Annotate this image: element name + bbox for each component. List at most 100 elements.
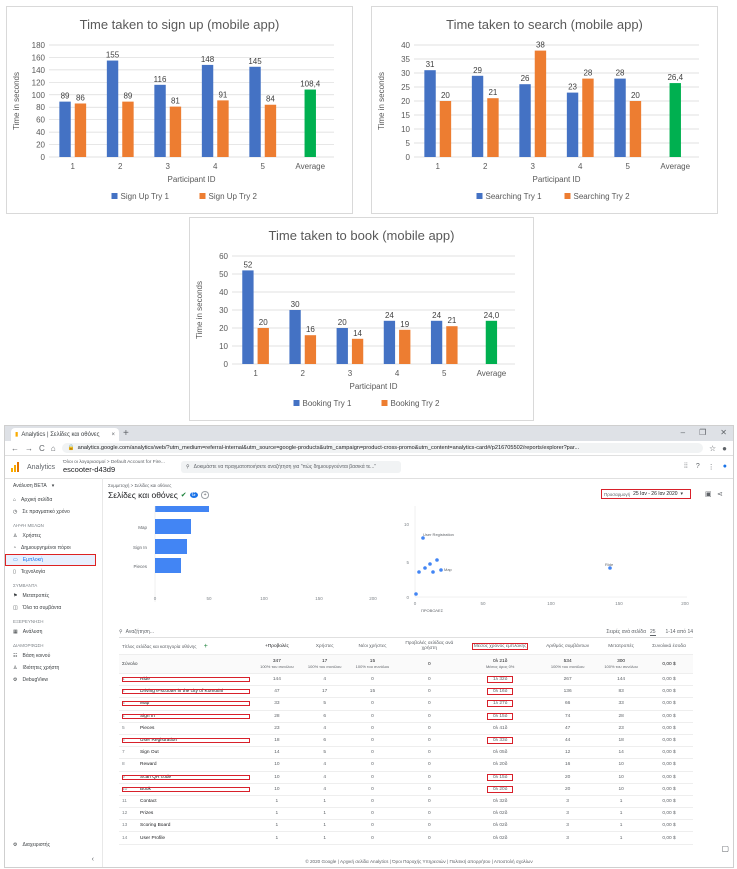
col-header-title[interactable]: Τίτλος σελίδας και κατηγορία οθόνης +: [119, 638, 253, 655]
date-range-picker[interactable]: Προσαρμογή 25 Ιαν - 26 Ιαν 2020 ▾: [601, 489, 691, 499]
minimize-icon[interactable]: –: [681, 428, 685, 437]
row-title-cell[interactable]: 8 Reward: [119, 758, 253, 772]
sidebar-item-debugview[interactable]: ⚙ DebugView: [5, 674, 102, 686]
row-value-cell: 28: [253, 710, 301, 723]
row-title-cell[interactable]: 14 User Profile: [119, 831, 253, 845]
share-icon[interactable]: ⋖: [717, 490, 723, 498]
row-value-cell: 33: [253, 697, 301, 711]
table-row[interactable]: 3 Map 33 5 0 0 1λ 27δ 66 33 0,00 $: [119, 697, 693, 711]
y-tick-label: 35: [401, 55, 410, 64]
row-title-cell[interactable]: 11 Contact: [119, 795, 253, 809]
rows-per-page-select[interactable]: 25: [649, 629, 656, 636]
table-row[interactable]: 1 Ride 144 4 0 0 1λ 32δ 267 144 0,00 $: [119, 673, 693, 687]
profile-icon[interactable]: ●: [722, 444, 727, 453]
table-row[interactable]: 2 Driving e-scooter in the city of Komoti…: [119, 685, 693, 699]
col-header-views-per-user[interactable]: Προβολές σελίδας ανά χρήστη: [396, 638, 463, 655]
y-tick-label: 20: [401, 97, 410, 106]
table-row[interactable]: 11 Contact 1 1 0 0 0λ 32δ 3 1 0,00 $: [119, 795, 693, 809]
sidebar-item-audiences[interactable]: ☷ Βάση κοινού: [5, 650, 102, 662]
row-title-cell[interactable]: 4 Sign In: [119, 710, 253, 723]
row-title-cell[interactable]: 6 User Registration: [119, 734, 253, 748]
col-header-revenue[interactable]: Συνολικά έσοδα: [645, 638, 693, 655]
reload-icon[interactable]: C: [39, 444, 45, 453]
row-index: 6: [122, 738, 125, 744]
apps-icon[interactable]: ⁞⁞: [684, 463, 688, 471]
sidebar-item-acquisition[interactable]: ◔ Δημιουργημένοι πόροι: [5, 542, 102, 554]
row-title: 9 Scan QR code: [122, 774, 250, 780]
row-value-cell: 1: [597, 819, 645, 833]
new-tab-button[interactable]: +: [123, 428, 129, 439]
sidebar-item-users[interactable]: ♙ Χρήστες: [5, 530, 102, 542]
more-icon[interactable]: ⋮: [708, 463, 715, 471]
table-search-input[interactable]: Αναζήτηση...: [126, 629, 154, 635]
sidebar-item-admin[interactable]: ⚙ Διαχειριστής: [5, 839, 50, 851]
sidebar-item-conversions[interactable]: ⚑ Μετατροπές: [5, 590, 102, 602]
back-icon[interactable]: ←: [11, 444, 19, 453]
sidebar-item-home[interactable]: ⌂ Αρχική σελίδα: [5, 494, 102, 506]
table-row[interactable]: 6 User Registration 18 6 0 0 0λ 33δ 44 18 0,00 $: [119, 734, 693, 748]
star-icon[interactable]: ☆: [709, 444, 716, 453]
sidebar-item-all-events[interactable]: ◫ Όλα τα συμβάντα: [5, 602, 102, 614]
scatter-label: Map: [444, 567, 453, 572]
feedback-icon[interactable]: ▢: [721, 844, 729, 853]
table-row[interactable]: 10 Book 10 4 0 0 0λ 20δ 20 10 0,00 $: [119, 783, 693, 796]
table-row[interactable]: 13 Scoring Board 1 1 0 0 0λ 02δ 3 1 0,00 $: [119, 819, 693, 833]
average-bar: [669, 83, 681, 157]
col-header-new-users[interactable]: Νέοι χρήστες: [348, 638, 397, 655]
add-column-icon[interactable]: +: [204, 643, 208, 650]
chevron-down-icon: ▾: [680, 491, 684, 497]
row-title-cell[interactable]: 3 Map: [119, 697, 253, 711]
add-comparison-icon[interactable]: +: [200, 491, 210, 499]
maximize-icon[interactable]: ❐: [699, 428, 706, 437]
row-title-cell[interactable]: 10 Book: [119, 783, 253, 796]
table-row[interactable]: 5 Pieces 23 4 0 0 0λ 41δ 47 23 0,00 $: [119, 722, 693, 735]
col-header-avg-engagement[interactable]: Μέσος χρόνος εμπλοκής: [462, 638, 539, 655]
help-icon[interactable]: ?: [696, 463, 700, 471]
browser-tab[interactable]: ▮ Analytics | Σελίδες και οθόνες ×: [11, 428, 119, 441]
table-row[interactable]: 8 Reward 10 4 0 0 0λ 20δ 16 10 0,00 $: [119, 758, 693, 772]
row-title-cell[interactable]: 2 Driving e-scooter in the city of Komoti…: [119, 685, 253, 699]
sidebar-item-realtime[interactable]: ◷ Σε πραγματικό χρόνο: [5, 506, 102, 518]
forward-icon[interactable]: →: [25, 444, 33, 453]
data-label: 21: [447, 316, 456, 325]
row-title: 5 Pieces: [122, 726, 250, 731]
customize-report-icon[interactable]: ▣: [705, 490, 712, 498]
x-tick-label: 3: [531, 162, 536, 171]
sidebar-item-user-properties[interactable]: ♙ Ιδιότητες χρήστη: [5, 662, 102, 674]
table-row[interactable]: 14 User Profile 1 1 0 0 0λ 02δ 3 1 0,00 $: [119, 831, 693, 845]
bar-try-1: [249, 66, 261, 157]
table-row[interactable]: 4 Sign In 28 6 0 0 0λ 15δ 74 28 0,00 $: [119, 710, 693, 723]
table-row[interactable]: 9 Scan QR code 10 4 0 0 0λ 15δ 20 10 0,00 $: [119, 771, 693, 784]
row-value-cell: 0,00 $: [645, 722, 693, 735]
sidebar-analysis-beta[interactable]: Ανάλυση ΒΕΤΑ ▾: [5, 478, 102, 494]
tab-close-icon[interactable]: ×: [111, 432, 115, 438]
col-header-conversions[interactable]: Μετατροπές: [597, 638, 645, 655]
row-title-cell[interactable]: 5 Pieces: [119, 722, 253, 735]
row-title-cell[interactable]: 12 Prizes: [119, 807, 253, 821]
row-title-cell[interactable]: 13 Scoring Board: [119, 819, 253, 833]
col-header-events[interactable]: Αριθμός συμβάντων: [538, 638, 598, 655]
data-label: 89: [61, 92, 70, 101]
col-header-views[interactable]: +Προβολές: [253, 638, 301, 655]
table-row[interactable]: 7 Sign Out 14 5 0 0 0λ 05δ 12 14 0,00 $: [119, 746, 693, 760]
close-window-icon[interactable]: ✕: [720, 428, 727, 437]
row-title-cell[interactable]: 1 Ride: [119, 673, 253, 687]
row-value-cell: 0λ 02δ: [462, 831, 539, 845]
table-row[interactable]: 12 Prizes 1 1 0 0 0λ 02δ 3 1 0,00 $: [119, 807, 693, 821]
collapse-sidebar-icon[interactable]: ‹: [92, 856, 94, 863]
row-value-cell: 0: [348, 758, 397, 772]
ga-sidebar: Ανάλυση ΒΕΤΑ ▾ ⌂ Αρχική σελίδα ◷ Σε πραγμα…: [5, 478, 103, 867]
home-icon[interactable]: ⌂: [51, 444, 56, 453]
property-selector[interactable]: Όλοι οι λογαριασμοί > Default Account fo…: [63, 460, 165, 474]
col-header-users[interactable]: Χρήστες: [300, 638, 349, 655]
sidebar-item-analysis[interactable]: ▦ Ανάλυση: [5, 626, 102, 638]
row-title-cell[interactable]: 9 Scan QR code: [119, 771, 253, 784]
sidebar-item-engagement[interactable]: ▭ Εμπλοκή: [5, 554, 96, 566]
compare-icon[interactable]: G: [189, 492, 198, 498]
sidebar-item-technology[interactable]: ▯ Τεχνολογία: [5, 566, 102, 578]
url-field[interactable]: 🔒 analytics.google.com/analytics/web/?ut…: [61, 443, 703, 453]
row-title-cell[interactable]: 7 Sign Out: [119, 746, 253, 760]
account-avatar[interactable]: ●: [723, 463, 727, 471]
ga-search-input[interactable]: ⚲ Δοκιμάστε να πραγματοποιήσετε αναζήτησ…: [180, 461, 401, 473]
x-tick-label: 5: [261, 162, 266, 171]
